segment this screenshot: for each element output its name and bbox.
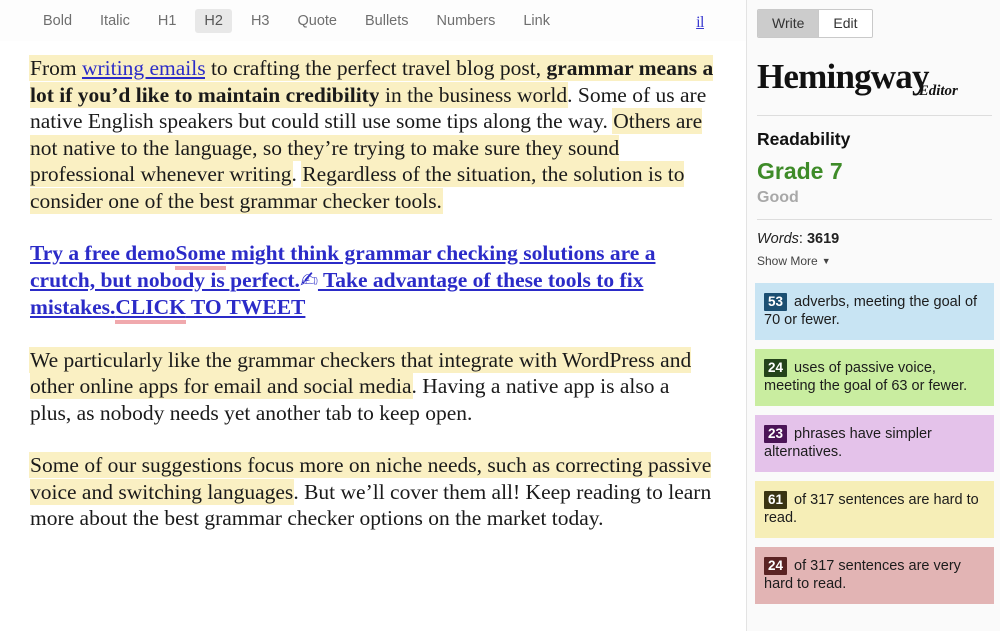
p2-highlight-click: CLICK [115,295,186,324]
bar-chart-icon[interactable]: il [696,14,704,32]
paragraph-1: From writing emails to crafting the perf… [30,55,716,214]
word-count: Words: 3619 [757,231,994,248]
p2-seg6: TO TWEET [185,295,306,319]
readability-grade: Grade 7 [757,158,843,184]
divider-top [757,115,992,116]
brand-name: Hemingway [757,57,929,96]
paragraph-2-link-block[interactable]: Try a free demoSome might think grammar … [30,240,716,324]
stat-very-hard-sentences-count: 24 [764,557,788,575]
stat-passive-voice-count: 24 [764,359,788,377]
hemingway-app: Bold Italic H1 H2 H3 Quote Bullets Numbe… [0,0,1000,631]
tool-italic[interactable]: Italic [91,9,139,33]
tool-quote[interactable]: Quote [289,9,347,33]
word-count-label: Words [757,231,799,247]
formatting-toolbar: Bold Italic H1 H2 H3 Quote Bullets Numbe… [0,0,746,41]
brand-logo: HemingwayEditor [757,58,994,103]
tool-bold[interactable]: Bold [34,9,81,33]
stat-simpler-phrases-count: 23 [764,425,788,443]
document-body[interactable]: From writing emails to crafting the perf… [0,41,746,532]
paragraph-3: We particularly like the grammar checker… [30,347,716,427]
show-more-button[interactable]: Show More ▼ [757,254,994,269]
stat-passive-voice-text: uses of passive voice, meeting the goal … [764,360,968,394]
readability-note: Good [757,189,799,206]
writing-hand-icon: ✍ [299,267,318,293]
stat-passive-voice[interactable]: 24 uses of passive voice, meeting the go… [755,349,994,406]
word-count-value: 3619 [806,231,840,247]
p2-highlight-some: Some [175,241,226,270]
chevron-down-icon: ▼ [821,256,831,266]
mode-toggle: Write Edit [757,9,873,38]
stat-simpler-phrases-text: phrases have simpler alternatives. [764,426,932,460]
p1-seg1: From [30,56,82,80]
stat-adverbs-text: adverbs, meeting the goal of 70 or fewer… [764,294,978,328]
stat-adverbs-count: 53 [764,293,788,311]
show-more-label: Show More [757,254,818,268]
tool-h1[interactable]: H1 [149,9,186,33]
p1-seg6: . [291,162,303,186]
readability-title: Readability [757,129,851,149]
p1-seg3: in the business world [379,82,568,107]
stat-very-hard-sentences-text: of 317 sentences are very hard to read. [764,558,961,592]
tool-h3[interactable]: H3 [242,9,279,33]
brand-subtitle: Editor [918,83,958,99]
paragraph-4: Some of our suggestions focus more on ni… [30,452,716,532]
mode-write-button[interactable]: Write [758,10,819,37]
stats-list: 53 adverbs, meeting the goal of 70 or fe… [755,283,994,604]
stat-hard-sentences-count: 61 [764,491,788,509]
editor-pane: Bold Italic H1 H2 H3 Quote Bullets Numbe… [0,0,747,631]
p1-seg2: to crafting the perfect travel blog post… [205,56,547,80]
p1-link-writing-emails[interactable]: writing emails [81,56,206,80]
p2-seg1: Try a free demo [30,241,176,265]
stat-adverbs[interactable]: 53 adverbs, meeting the goal of 70 or fe… [755,283,994,340]
tool-bullets[interactable]: Bullets [356,9,418,33]
stat-hard-sentences[interactable]: 61 of 317 sentences are hard to read. [755,481,994,538]
tool-numbers[interactable]: Numbers [428,9,505,33]
word-count-separator: : [798,231,807,247]
stat-simpler-phrases[interactable]: 23 phrases have simpler alternatives. [755,415,994,472]
stat-hard-sentences-text: of 317 sentences are hard to read. [764,492,979,526]
divider-middle [757,219,992,220]
stats-sidebar: Write Edit HemingwayEditor Readability G… [747,0,1000,631]
tool-h2[interactable]: H2 [195,8,232,33]
mode-edit-button[interactable]: Edit [819,10,872,37]
stat-very-hard-sentences[interactable]: 24 of 317 sentences are very hard to rea… [755,547,994,604]
tool-link[interactable]: Link [514,9,559,33]
